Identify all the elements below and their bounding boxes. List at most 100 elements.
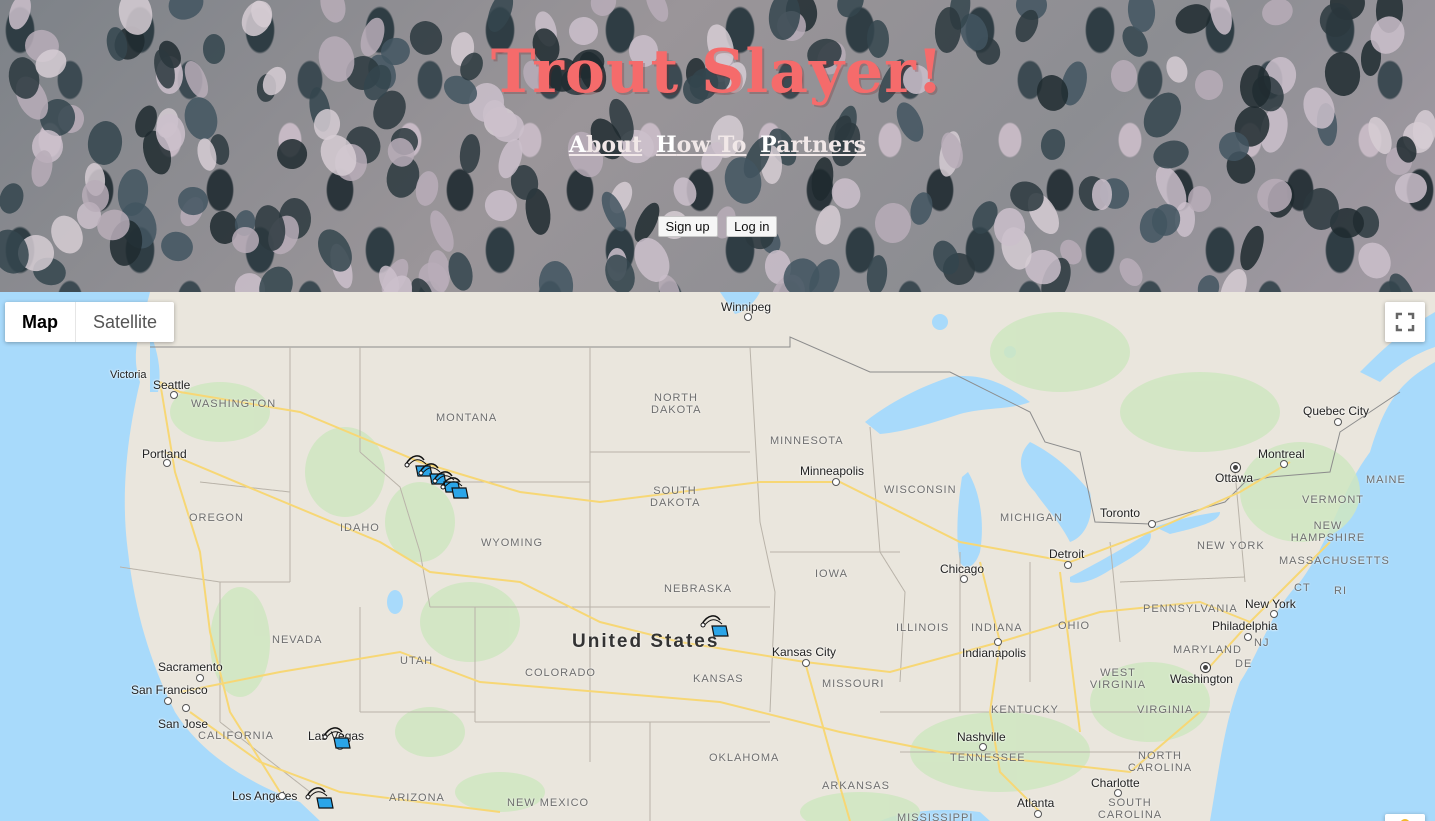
- state-label: WEST VIRGINIA: [1089, 667, 1147, 691]
- fly-rod-marker-icon[interactable]: [440, 474, 470, 500]
- city-label: Philadelphia: [1212, 619, 1278, 633]
- state-label: ARKANSAS: [822, 780, 890, 792]
- pegman-icon: [1401, 819, 1409, 821]
- country-label: United States: [572, 631, 720, 652]
- state-label: INDIANA: [971, 622, 1023, 634]
- state-label: NEW YORK: [1197, 540, 1265, 552]
- city-label: Winnipeg: [721, 300, 772, 314]
- login-button[interactable]: Log in: [726, 216, 778, 237]
- city-label: Quebec City: [1303, 404, 1370, 418]
- nav-partners-initial: P: [760, 132, 777, 158]
- city-dot: [196, 674, 204, 682]
- city-label: Montreal: [1258, 447, 1305, 461]
- paint-dab: [1392, 170, 1430, 206]
- hero-header: Trout Slayer! About How To Partners Sign…: [0, 0, 1435, 292]
- paint-dab: [163, 0, 209, 27]
- state-label: NEVADA: [272, 634, 323, 646]
- fly-rod-marker-icon[interactable]: [322, 724, 352, 750]
- city-label: Toronto: [1100, 506, 1141, 520]
- state-label: MARYLAND: [1173, 644, 1242, 656]
- city-dot: [164, 697, 172, 705]
- state-label: MASSACHUSETTS: [1279, 555, 1390, 567]
- paint-dab: [669, 173, 701, 209]
- paint-dab: [864, 253, 889, 292]
- map-view-button[interactable]: Map: [5, 302, 76, 342]
- city-dot: [960, 575, 968, 583]
- state-label: MINNESOTA: [770, 435, 844, 447]
- state-label: KANSAS: [693, 673, 744, 685]
- state-label: NEBRASKA: [664, 583, 732, 595]
- city-dot: [744, 313, 752, 321]
- city-label: Kansas City: [772, 645, 837, 659]
- nav-about-initial: A: [568, 132, 586, 158]
- city-dot: [979, 743, 987, 751]
- city-label: Charlotte: [1091, 776, 1140, 790]
- paint-dab: [1384, 269, 1420, 292]
- nav-partners-rest: artners: [776, 132, 867, 158]
- state-label: UTAH: [400, 655, 434, 667]
- fly-rod-marker-icon[interactable]: [700, 612, 730, 638]
- state-label: WASHINGTON: [191, 398, 277, 410]
- city-label: Chicago: [940, 562, 985, 576]
- state-label: ILLINOIS: [896, 622, 950, 634]
- city-dot: [994, 638, 1002, 646]
- state-label: NORTH DAKOTA: [651, 392, 702, 416]
- state-label: MISSISSIPPI: [897, 812, 974, 821]
- city-dot: [1244, 633, 1252, 641]
- state-label: OHIO: [1058, 620, 1091, 632]
- satellite-view-button[interactable]: Satellite: [76, 302, 174, 342]
- city-label: Los Angeles: [232, 789, 298, 803]
- paint-dab: [0, 180, 28, 217]
- state-label: SOUTH DAKOTA: [650, 485, 701, 509]
- fullscreen-button[interactable]: [1385, 302, 1425, 342]
- fullscreen-icon: [1395, 312, 1415, 332]
- site-title: Trout Slayer!: [490, 37, 945, 107]
- nav-about-link[interactable]: About: [569, 132, 642, 158]
- nav-partners-link[interactable]: Partners: [760, 132, 866, 158]
- city-label: Atlanta: [1017, 796, 1055, 810]
- paint-dab: [536, 259, 575, 292]
- city-dot: [182, 704, 190, 712]
- city-dot: [832, 478, 840, 486]
- state-label: PENNSYLVANIA: [1143, 603, 1238, 615]
- state-label: IDAHO: [340, 522, 380, 534]
- auth-buttons: Sign up Log in: [0, 216, 1435, 237]
- city-label: Detroit: [1049, 547, 1085, 561]
- state-label: NEW MEXICO: [507, 797, 590, 809]
- state-label: WYOMING: [481, 537, 543, 549]
- capital-dot: [1201, 663, 1210, 672]
- state-label: OKLAHOMA: [709, 752, 780, 764]
- state-label: SOUTH CAROLINA: [1097, 797, 1163, 821]
- main-nav: About How To Partners: [0, 132, 1435, 158]
- paint-dab: [1258, 0, 1296, 30]
- state-label: NORTH CAROLINA: [1127, 750, 1193, 774]
- city-dot: [1114, 789, 1122, 797]
- state-label: IOWA: [815, 568, 848, 580]
- fly-rod-marker-icon[interactable]: [305, 784, 335, 810]
- state-label: MAINE: [1366, 474, 1406, 486]
- city-dot: [1280, 460, 1288, 468]
- nav-howto-link[interactable]: How To: [656, 132, 747, 158]
- state-label: VERMONT: [1302, 494, 1364, 506]
- city-label: Washington: [1170, 672, 1233, 686]
- state-label: KENTUCKY: [991, 704, 1059, 716]
- state-label: MICHIGAN: [1000, 512, 1063, 524]
- google-map[interactable]: United States WASHINGTON MONTANA NORTH D…: [0, 292, 1435, 821]
- city-dot: [1270, 610, 1278, 618]
- paint-dab: [641, 0, 673, 25]
- city-label: Sacramento: [158, 660, 223, 674]
- city-label: Nashville: [957, 730, 1006, 744]
- city-dot: [1064, 561, 1072, 569]
- city-dot: [1148, 520, 1156, 528]
- state-label: TENNESSEE: [950, 752, 1026, 764]
- signup-button[interactable]: Sign up: [657, 216, 718, 237]
- state-label: CT: [1294, 582, 1311, 594]
- city-label: San Francisco: [131, 683, 208, 697]
- paint-dab: [1194, 273, 1222, 292]
- paint-dab: [1114, 254, 1148, 291]
- street-view-pegman[interactable]: [1385, 814, 1425, 821]
- paint-dab: [5, 0, 35, 32]
- city-label: Ottawa: [1215, 471, 1254, 485]
- paint-dab: [832, 0, 870, 22]
- state-label: COLORADO: [525, 667, 596, 679]
